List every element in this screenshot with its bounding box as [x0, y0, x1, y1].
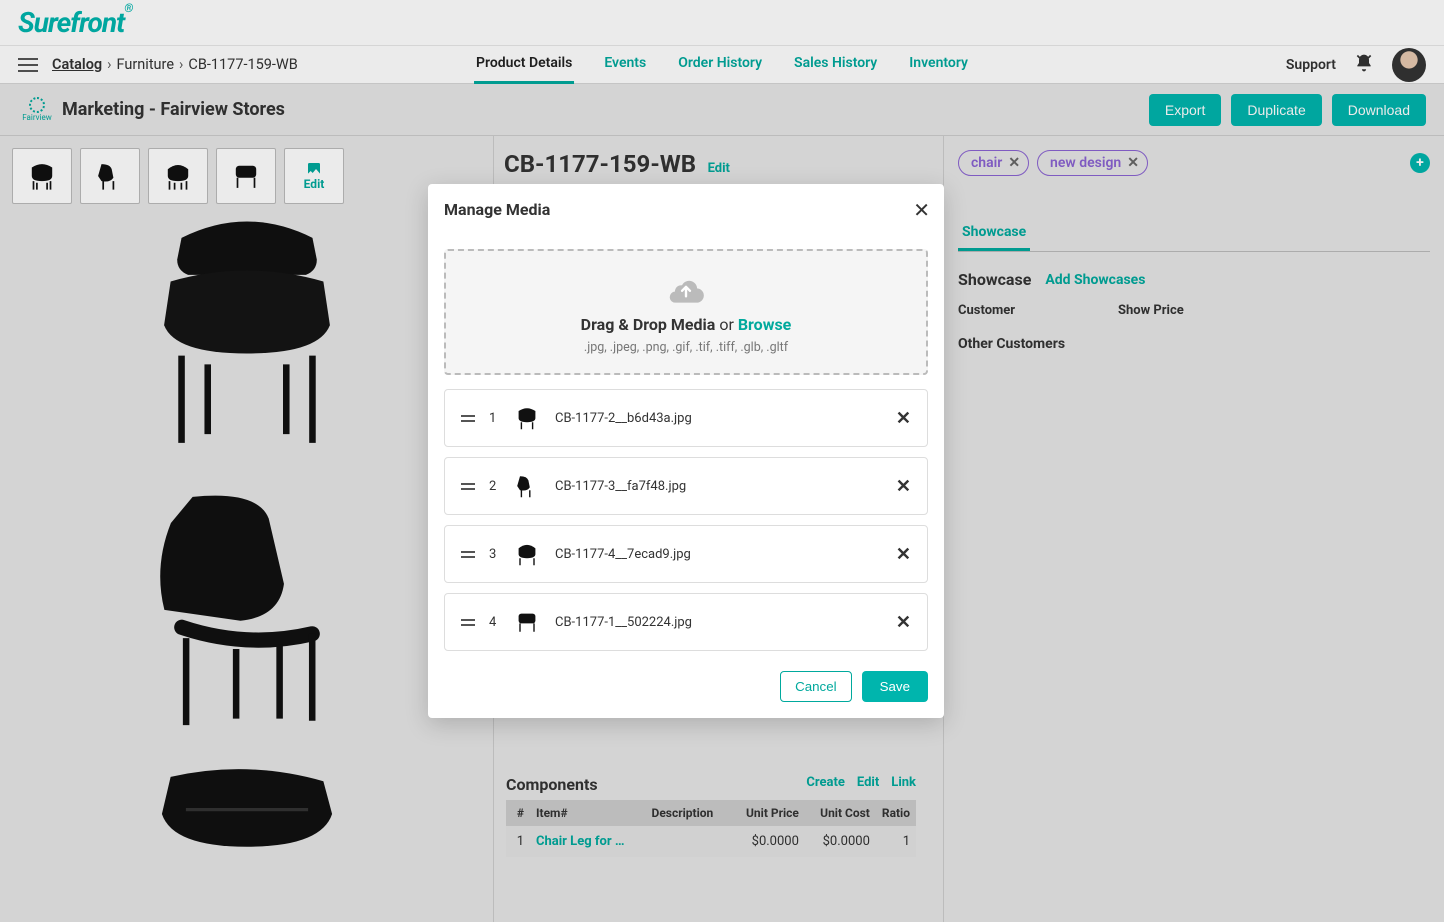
row-number: 4 — [489, 615, 499, 630]
dropzone-text: Drag & Drop Media — [581, 315, 716, 334]
accepted-formats: .jpg, .jpeg, .png, .gif, .tif, .tiff, .g… — [456, 340, 916, 355]
media-row[interactable]: 2 CB-1177-3__fa7f48.jpg ✕ — [444, 457, 928, 515]
media-thumb — [513, 472, 541, 500]
modal-title: Manage Media — [444, 200, 928, 219]
media-filename: CB-1177-4__7ecad9.jpg — [555, 547, 691, 562]
row-number: 3 — [489, 547, 499, 562]
drag-handle-icon[interactable] — [461, 619, 475, 626]
media-thumb — [513, 608, 541, 636]
media-filename: CB-1177-3__fa7f48.jpg — [555, 479, 686, 494]
drag-handle-icon[interactable] — [461, 415, 475, 422]
media-row[interactable]: 4 CB-1177-1__502224.jpg ✕ — [444, 593, 928, 651]
row-number: 1 — [489, 411, 499, 426]
remove-media-icon[interactable]: ✕ — [896, 612, 911, 633]
media-filename: CB-1177-1__502224.jpg — [555, 615, 692, 630]
cloud-upload-icon — [667, 277, 705, 303]
close-icon[interactable]: ✕ — [913, 198, 930, 222]
cancel-button[interactable]: Cancel — [780, 671, 852, 702]
media-filename: CB-1177-2__b6d43a.jpg — [555, 411, 692, 426]
media-row[interactable]: 1 CB-1177-2__b6d43a.jpg ✕ — [444, 389, 928, 447]
media-thumb — [513, 540, 541, 568]
remove-media-icon[interactable]: ✕ — [896, 408, 911, 429]
browse-link[interactable]: Browse — [738, 315, 791, 334]
drag-handle-icon[interactable] — [461, 483, 475, 490]
media-thumb — [513, 404, 541, 432]
dropzone[interactable]: Drag & Drop Media or Browse .jpg, .jpeg,… — [444, 249, 928, 375]
drag-handle-icon[interactable] — [461, 551, 475, 558]
remove-media-icon[interactable]: ✕ — [896, 544, 911, 565]
remove-media-icon[interactable]: ✕ — [896, 476, 911, 497]
save-button[interactable]: Save — [862, 671, 928, 702]
media-list: 1 CB-1177-2__b6d43a.jpg ✕ 2 CB-1177-3__f… — [444, 389, 928, 651]
media-row[interactable]: 3 CB-1177-4__7ecad9.jpg ✕ — [444, 525, 928, 583]
row-number: 2 — [489, 479, 499, 494]
manage-media-modal: Manage Media ✕ Drag & Drop Media or Brow… — [428, 184, 944, 718]
